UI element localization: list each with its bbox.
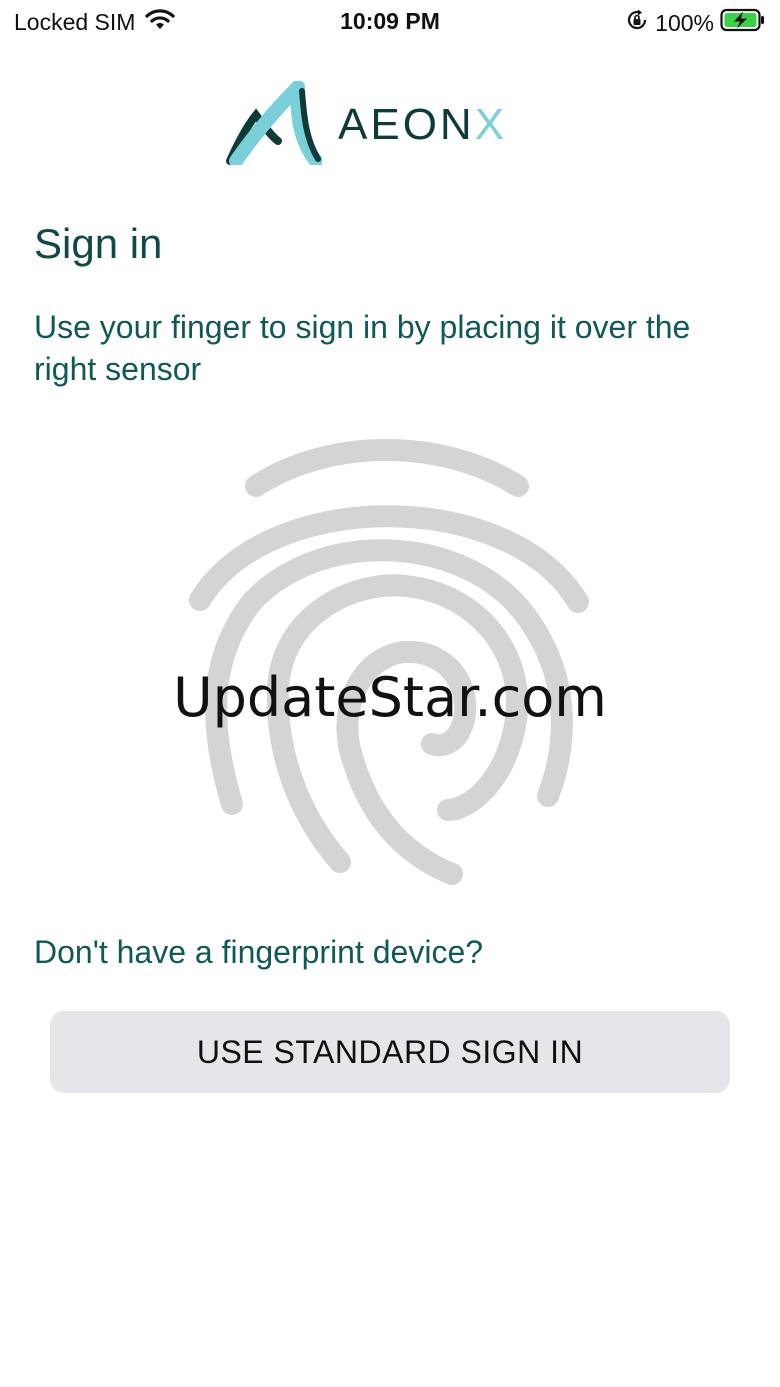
use-standard-sign-in-button[interactable]: USE STANDARD SIGN IN: [50, 1011, 730, 1093]
aeonx-mark-icon: [226, 79, 323, 170]
logo-text-main: AEON: [338, 100, 475, 149]
orientation-lock-icon: [625, 8, 649, 38]
sign-in-instruction: Use your finger to sign in by placing it…: [34, 309, 691, 387]
logo-text-x: X: [474, 100, 508, 149]
battery-charging-icon: [720, 8, 766, 38]
status-right: 100%: [625, 8, 766, 38]
logo-wordmark: AEONX: [338, 103, 507, 147]
status-bar: Locked SIM 10:09 PM 100%: [0, 0, 780, 44]
page-title: Sign in: [34, 220, 163, 267]
battery-percent: 100%: [655, 9, 714, 36]
no-fingerprint-prompt: Don't have a fingerprint device?: [34, 934, 484, 970]
watermark-text: UpdateStar.com: [173, 666, 607, 729]
aeonx-logo: AEONX: [226, 79, 556, 170]
